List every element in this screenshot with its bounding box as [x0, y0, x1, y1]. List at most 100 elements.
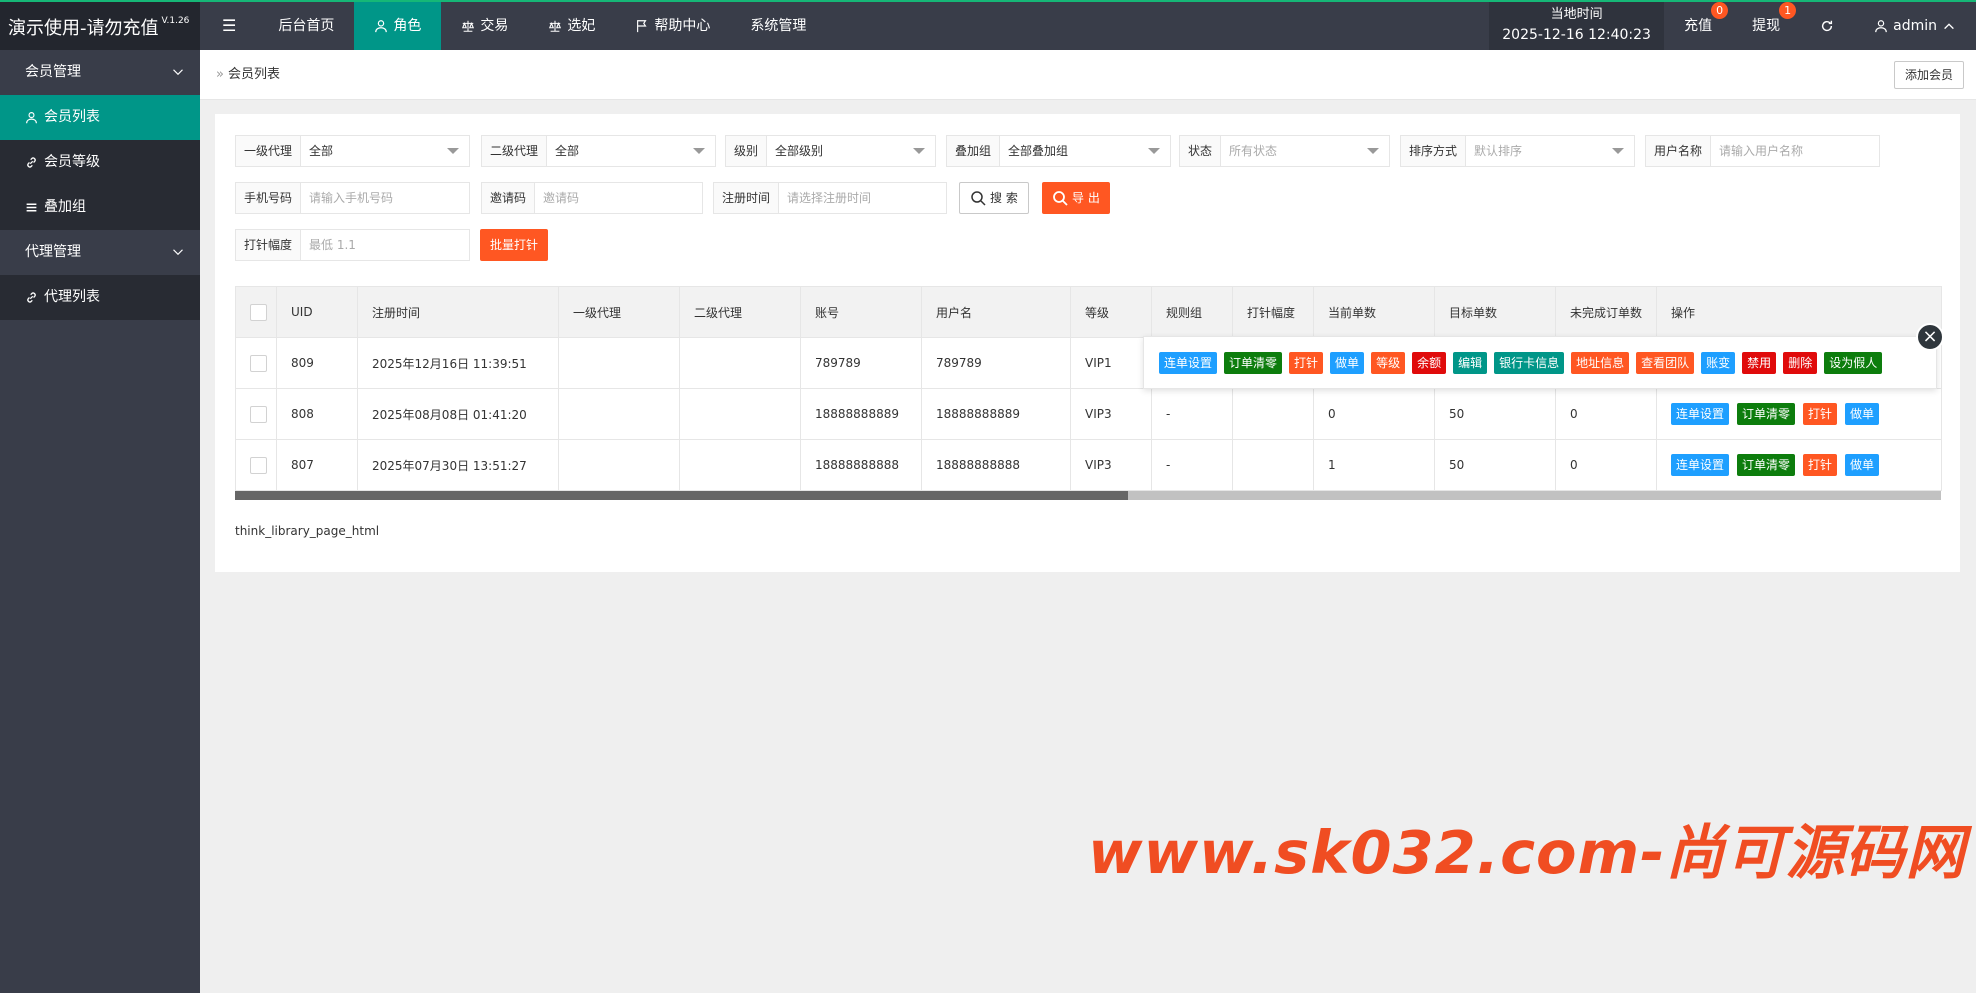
- set-fake-button[interactable]: 设为假人: [1824, 351, 1883, 374]
- address-button[interactable]: 地址信息: [1571, 351, 1630, 374]
- filter-level[interactable]: 级别 全部级别: [725, 135, 936, 167]
- clear-orders-button[interactable]: 订单清零: [1224, 351, 1283, 374]
- agent1-select[interactable]: 全部: [301, 136, 469, 166]
- withdraw-badge: 1: [1779, 2, 1797, 19]
- sidebar-item-agent-list[interactable]: 代理列表: [0, 275, 200, 320]
- withdraw-button[interactable]: 提现 1: [1732, 2, 1800, 50]
- sidebar-item-member-level[interactable]: 会员等级: [0, 140, 200, 185]
- account-change-button[interactable]: 账变: [1701, 351, 1736, 374]
- regtime-input[interactable]: 请选择注册时间: [779, 183, 946, 213]
- nav-label: 帮助中心: [654, 18, 711, 34]
- chain-order-button[interactable]: 连单设置: [1671, 454, 1730, 476]
- recharge-button[interactable]: 充值 0: [1664, 2, 1732, 50]
- filter-agent1[interactable]: 一级代理 全部: [235, 135, 470, 167]
- nav-label: 角色: [393, 18, 422, 34]
- search-button[interactable]: 搜 索: [959, 182, 1029, 214]
- refresh-icon[interactable]: [1800, 2, 1854, 50]
- nav-item-system[interactable]: 系统管理: [730, 2, 826, 50]
- status-select[interactable]: 所有状态: [1221, 136, 1389, 166]
- cell-username: 18888888889: [921, 388, 1071, 440]
- export-button[interactable]: 导 出: [1042, 182, 1110, 214]
- sidebar-item-label: 会员等级: [44, 154, 100, 170]
- table-horizontal-scrollbar[interactable]: [235, 491, 1941, 500]
- chain-order-button[interactable]: 连单设置: [1671, 403, 1730, 425]
- sidebar-group-member[interactable]: 会员管理: [0, 50, 200, 95]
- caret-down-icon: [1148, 148, 1160, 154]
- close-icon[interactable]: ×: [1916, 323, 1944, 351]
- batch-inject-button[interactable]: 批量打针: [480, 229, 549, 261]
- delete-button[interactable]: 删除: [1783, 351, 1818, 374]
- sort-select[interactable]: 默认排序: [1466, 136, 1634, 166]
- amplitude-input[interactable]: 最低 1.1: [301, 230, 469, 260]
- filter-group[interactable]: 叠加组 全部叠加组: [946, 135, 1171, 167]
- view-team-button[interactable]: 查看团队: [1636, 351, 1695, 374]
- cell-agent1: [558, 388, 680, 440]
- filter-status[interactable]: 状态 所有状态: [1179, 135, 1390, 167]
- search-icon: [1053, 191, 1068, 206]
- filter-agent2[interactable]: 二级代理 全部: [481, 135, 716, 167]
- disable-button[interactable]: 禁用: [1742, 351, 1777, 374]
- group-select[interactable]: 全部叠加组: [1000, 136, 1170, 166]
- cell-target-orders: 50: [1434, 388, 1556, 440]
- scrollbar-thumb[interactable]: [235, 491, 1128, 500]
- invite-input[interactable]: 邀请码: [535, 183, 702, 213]
- user-menu[interactable]: admin: [1854, 2, 1976, 50]
- row-checkbox[interactable]: [250, 405, 267, 423]
- phone-input[interactable]: 请输入手机号码: [301, 183, 469, 213]
- column-header: 用户名: [921, 286, 1071, 338]
- filter-placeholder: 邀请码: [543, 191, 580, 205]
- filter-placeholder: 请选择注册时间: [787, 191, 872, 205]
- make-order-button[interactable]: 做单: [1845, 454, 1880, 476]
- cell-account: 18888888889: [800, 388, 922, 440]
- make-order-button[interactable]: 做单: [1330, 351, 1365, 374]
- level-select[interactable]: 全部级别: [767, 136, 935, 166]
- header-checkbox-cell: [235, 286, 277, 338]
- level-button[interactable]: 等级: [1371, 351, 1406, 374]
- nav-item-select[interactable]: 选妃: [528, 2, 615, 50]
- row-checkbox[interactable]: [250, 456, 267, 474]
- balance-button[interactable]: 余额: [1412, 351, 1447, 374]
- cell-level: VIP1: [1070, 337, 1152, 389]
- agent2-select[interactable]: 全部: [547, 136, 715, 166]
- nav-item-help[interactable]: 帮助中心: [615, 2, 730, 50]
- edit-button[interactable]: 编辑: [1453, 351, 1488, 374]
- sidebar-item-stack-group[interactable]: 叠加组: [0, 185, 200, 230]
- sidebar-group-agent[interactable]: 代理管理: [0, 230, 200, 275]
- sidebar-item-label: 代理列表: [44, 289, 100, 305]
- inject-button[interactable]: 打针: [1289, 351, 1324, 374]
- row-checkbox-cell: [235, 388, 277, 440]
- bank-card-button[interactable]: 银行卡信息: [1494, 351, 1565, 374]
- cell-agent1: [558, 337, 680, 389]
- make-order-button[interactable]: 做单: [1845, 403, 1880, 425]
- username-input[interactable]: 请输入用户名称: [1711, 136, 1879, 166]
- app-version: V.1.26: [161, 16, 190, 26]
- add-member-button[interactable]: 添加会员: [1893, 61, 1964, 89]
- filter-username[interactable]: 用户名称 请输入用户名称: [1645, 135, 1880, 167]
- top-header: 演示使用-请勿充值 V.1.26 ☰ 后台首页 角色 交易 选妃 帮助中心 系统管…: [0, 0, 1976, 50]
- inject-button[interactable]: 打针: [1803, 403, 1838, 425]
- filter-placeholder: 最低 1.1: [309, 238, 356, 252]
- filter-phone[interactable]: 手机号码 请输入手机号码: [235, 182, 470, 214]
- cell-target-orders: 50: [1434, 439, 1556, 491]
- nav-item-trade[interactable]: 交易: [441, 2, 528, 50]
- filter-label: 用户名称: [1646, 136, 1712, 166]
- row-checkbox[interactable]: [250, 354, 267, 372]
- filter-regtime[interactable]: 注册时间 请选择注册时间: [713, 182, 947, 214]
- clock: 当地时间 2025-12-16 12:40:23: [1489, 2, 1665, 50]
- menu-toggle-icon[interactable]: ☰: [200, 2, 258, 50]
- select-all-checkbox[interactable]: [250, 303, 267, 321]
- filter-invite[interactable]: 邀请码 邀请码: [481, 182, 703, 214]
- app-logo[interactable]: 演示使用-请勿充值 V.1.26: [0, 2, 200, 50]
- clear-orders-button[interactable]: 订单清零: [1737, 454, 1796, 476]
- sidebar-item-member-list[interactable]: 会员列表: [0, 95, 200, 140]
- cell-current-orders: 1: [1313, 439, 1435, 491]
- nav-item-home[interactable]: 后台首页: [258, 2, 354, 50]
- nav-item-role[interactable]: 角色: [354, 2, 442, 50]
- chain-order-button[interactable]: 连单设置: [1159, 351, 1218, 374]
- inject-button[interactable]: 打针: [1803, 454, 1838, 476]
- filter-amplitude[interactable]: 打针幅度 最低 1.1: [235, 229, 470, 261]
- caret-down-icon: [1367, 148, 1379, 154]
- filter-sort[interactable]: 排序方式 默认排序: [1400, 135, 1635, 167]
- clear-orders-button[interactable]: 订单清零: [1737, 403, 1796, 425]
- recharge-label: 充值: [1684, 18, 1713, 34]
